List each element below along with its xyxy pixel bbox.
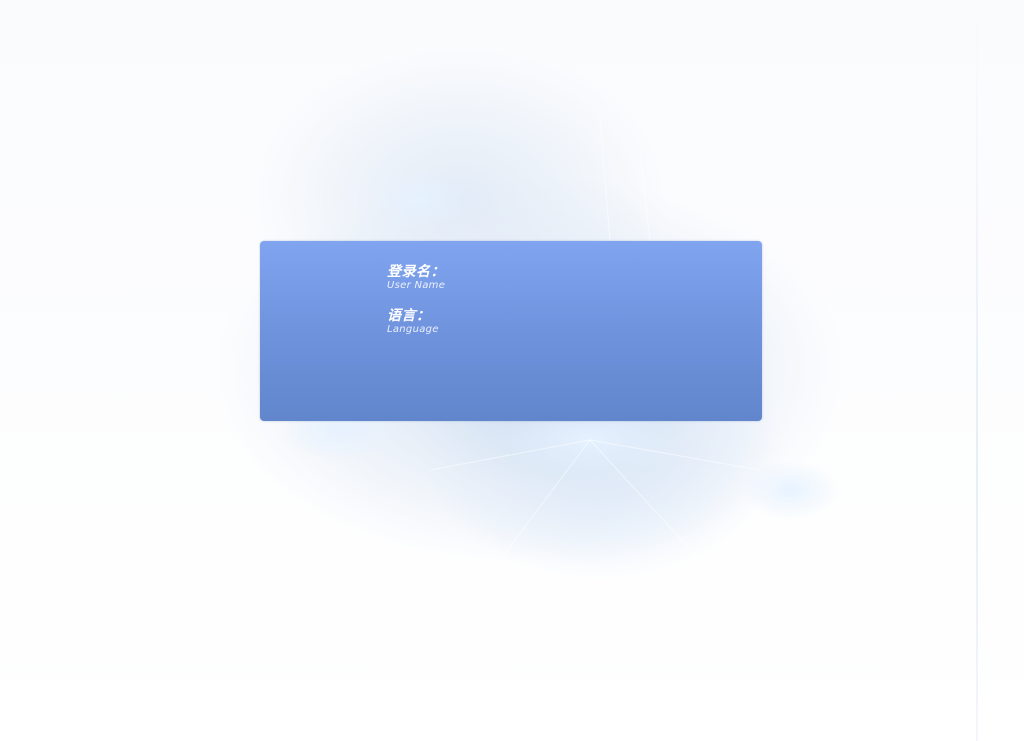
login-panel: 登录名： User Name 语言： Language bbox=[260, 241, 762, 421]
language-label-en: Language bbox=[387, 324, 439, 335]
username-label: 登录名： User Name bbox=[387, 264, 445, 292]
language-label-zh: 语言： bbox=[387, 308, 431, 324]
username-label-zh: 登录名： bbox=[387, 264, 445, 280]
username-label-en: User Name bbox=[387, 280, 446, 291]
right-edge-line bbox=[976, 0, 978, 741]
language-label: 语言： Language bbox=[387, 308, 439, 336]
